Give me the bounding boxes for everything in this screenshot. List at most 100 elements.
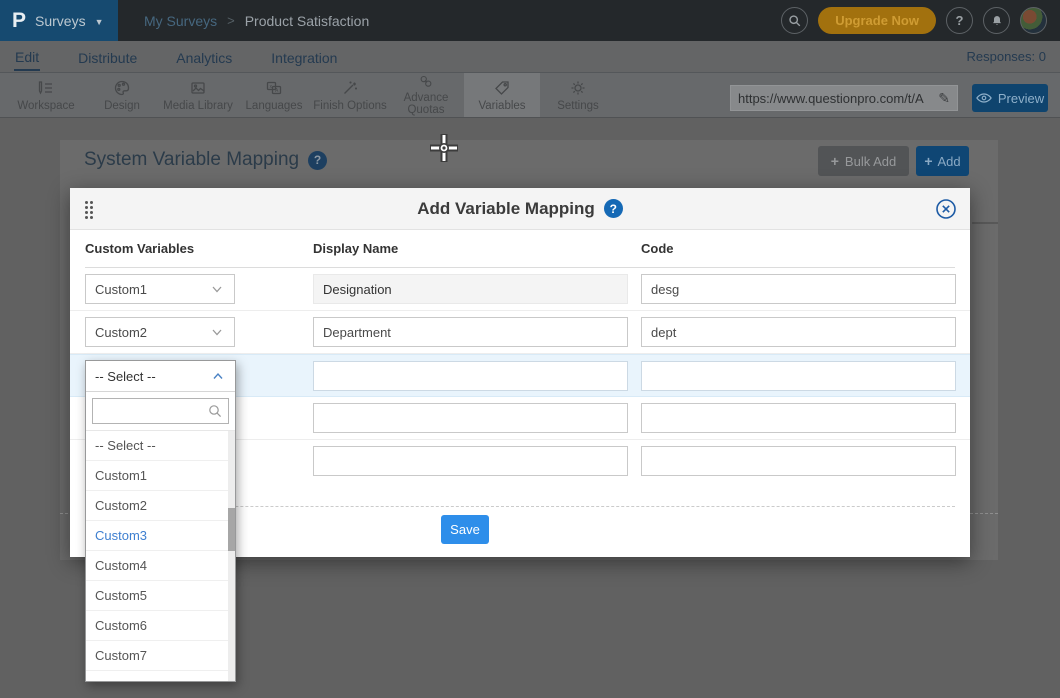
close-icon bbox=[935, 198, 957, 220]
column-code: Code bbox=[641, 241, 674, 256]
option-custom7[interactable]: Custom7 bbox=[86, 641, 235, 671]
selected-variable: Custom1 bbox=[95, 282, 147, 297]
search-icon bbox=[788, 14, 802, 28]
dropdown-scrollbar-thumb[interactable] bbox=[228, 508, 235, 551]
variable-select-1[interactable]: Custom1 bbox=[85, 274, 235, 304]
toolbar-item-advance-quotas[interactable]: Advance Quotas bbox=[388, 73, 464, 117]
toolbar-label: Media Library bbox=[163, 100, 233, 113]
modal-help-icon[interactable]: ? bbox=[604, 199, 623, 218]
option-custom6[interactable]: Custom6 bbox=[86, 611, 235, 641]
toolbar-item-workspace[interactable]: Workspace bbox=[8, 73, 84, 117]
preview-button[interactable]: Preview bbox=[972, 84, 1048, 112]
toolbar-item-variables[interactable]: Variables bbox=[464, 73, 540, 117]
option-select[interactable]: -- Select -- bbox=[86, 431, 235, 461]
column-custom-variables: Custom Variables bbox=[85, 241, 194, 256]
media-library-icon bbox=[188, 78, 208, 98]
option-custom4[interactable]: Custom4 bbox=[86, 551, 235, 581]
breadcrumb-survey-name: Product Satisfaction bbox=[245, 13, 370, 29]
display-name-input-3[interactable] bbox=[313, 361, 628, 391]
tab-edit[interactable]: Edit bbox=[14, 43, 40, 71]
toolbar-label: Workspace bbox=[17, 100, 74, 113]
question-mark-icon: ? bbox=[956, 13, 964, 28]
variable-dropdown: -- Select -- -- Select -- Custom1 Custom… bbox=[85, 360, 236, 682]
code-input-2[interactable] bbox=[641, 317, 956, 347]
toolbar-item-settings[interactable]: Settings bbox=[540, 73, 616, 117]
responses-count: Responses: 0 bbox=[967, 49, 1047, 64]
bulk-add-button[interactable]: + Bulk Add bbox=[818, 146, 909, 176]
option-custom1[interactable]: Custom1 bbox=[86, 461, 235, 491]
plus-icon: + bbox=[831, 153, 839, 169]
tab-distribute[interactable]: Distribute bbox=[77, 44, 138, 70]
edit-url-icon[interactable]: ✎ bbox=[938, 90, 950, 107]
help-button[interactable]: ? bbox=[946, 7, 973, 34]
chevron-up-icon bbox=[210, 368, 226, 384]
close-button[interactable] bbox=[935, 198, 957, 220]
option-custom2[interactable]: Custom2 bbox=[86, 491, 235, 521]
product-label: Surveys bbox=[35, 13, 86, 29]
dropdown-search-box bbox=[92, 398, 229, 424]
toolbar-label: Finish Options bbox=[313, 100, 387, 113]
code-input-4[interactable] bbox=[641, 403, 956, 433]
finish-options-icon bbox=[340, 78, 360, 98]
notifications-button[interactable] bbox=[983, 7, 1010, 34]
tab-integration[interactable]: Integration bbox=[270, 44, 338, 70]
breadcrumb-my-surveys[interactable]: My Surveys bbox=[144, 13, 217, 29]
toolbar-item-media-library[interactable]: Media Library bbox=[160, 73, 236, 117]
survey-url-value: https://www.questionpro.com/t/A bbox=[738, 91, 934, 106]
advance-quotas-icon bbox=[416, 73, 436, 90]
bell-icon bbox=[990, 14, 1004, 28]
page-heading: System Variable Mapping ? bbox=[84, 149, 327, 171]
tab-analytics[interactable]: Analytics bbox=[175, 44, 233, 70]
toolbar-label: Advance Quotas bbox=[388, 92, 464, 117]
toolbar-label: Design bbox=[104, 100, 140, 113]
display-name-input-5[interactable] bbox=[313, 446, 628, 476]
toolbar-item-finish-options[interactable]: Finish Options bbox=[312, 73, 388, 117]
selected-variable: Custom2 bbox=[95, 325, 147, 340]
chevron-down-icon bbox=[209, 281, 225, 297]
toolbar-label: Variables bbox=[478, 100, 525, 113]
option-custom5[interactable]: Custom5 bbox=[86, 581, 235, 611]
page-help-icon[interactable]: ? bbox=[308, 151, 327, 170]
variables-icon bbox=[492, 78, 512, 98]
selected-variable: -- Select -- bbox=[95, 369, 156, 384]
variable-select-3[interactable]: -- Select -- bbox=[86, 361, 235, 392]
display-name-input-2[interactable] bbox=[313, 317, 628, 347]
add-label: Add bbox=[938, 154, 961, 169]
drag-handle[interactable] bbox=[85, 201, 93, 219]
toolbar-label: Languages bbox=[246, 100, 303, 113]
user-avatar[interactable] bbox=[1020, 7, 1047, 34]
search-icon bbox=[207, 403, 223, 419]
mapping-row-1: Custom1 bbox=[70, 268, 970, 311]
upgrade-now-button[interactable]: Upgrade Now bbox=[818, 7, 936, 34]
survey-tabs: Edit Distribute Analytics Integration Re… bbox=[0, 41, 1060, 73]
survey-url-field[interactable]: https://www.questionpro.com/t/A ✎ bbox=[730, 85, 958, 111]
display-name-input-1[interactable] bbox=[313, 274, 628, 304]
breadcrumb-separator: > bbox=[227, 13, 235, 28]
modal-header: Add Variable Mapping ? bbox=[70, 188, 970, 230]
mapping-row-2: Custom2 bbox=[70, 311, 970, 354]
option-custom3[interactable]: Custom3 bbox=[86, 521, 235, 551]
navbar-actions: Upgrade Now ? bbox=[781, 7, 1060, 34]
toolbar-label: Settings bbox=[557, 100, 599, 113]
toolbar-item-languages[interactable]: xA Languages bbox=[236, 73, 312, 117]
dropdown-scrollbar-track[interactable] bbox=[228, 431, 235, 681]
display-name-input-4[interactable] bbox=[313, 403, 628, 433]
top-navbar: P Surveys ▼ My Surveys > Product Satisfa… bbox=[0, 0, 1060, 41]
toolbar-item-design[interactable]: Design bbox=[84, 73, 160, 117]
save-button[interactable]: Save bbox=[441, 515, 489, 544]
code-input-3[interactable] bbox=[641, 361, 956, 391]
plus-icon: + bbox=[924, 153, 932, 169]
design-icon bbox=[112, 78, 132, 98]
variable-select-2[interactable]: Custom2 bbox=[85, 317, 235, 347]
table-header-row: Custom Variables Display Name Code bbox=[85, 230, 955, 268]
questionpro-logo: P bbox=[12, 10, 26, 31]
product-switcher[interactable]: P Surveys ▼ bbox=[0, 0, 118, 41]
languages-icon: xA bbox=[264, 78, 284, 98]
chevron-down-icon bbox=[209, 324, 225, 340]
code-input-5[interactable] bbox=[641, 446, 956, 476]
add-button[interactable]: + Add bbox=[916, 146, 969, 176]
search-button[interactable] bbox=[781, 7, 808, 34]
bulk-add-label: Bulk Add bbox=[845, 154, 896, 169]
code-input-1[interactable] bbox=[641, 274, 956, 304]
dropdown-search-input[interactable] bbox=[98, 404, 207, 418]
